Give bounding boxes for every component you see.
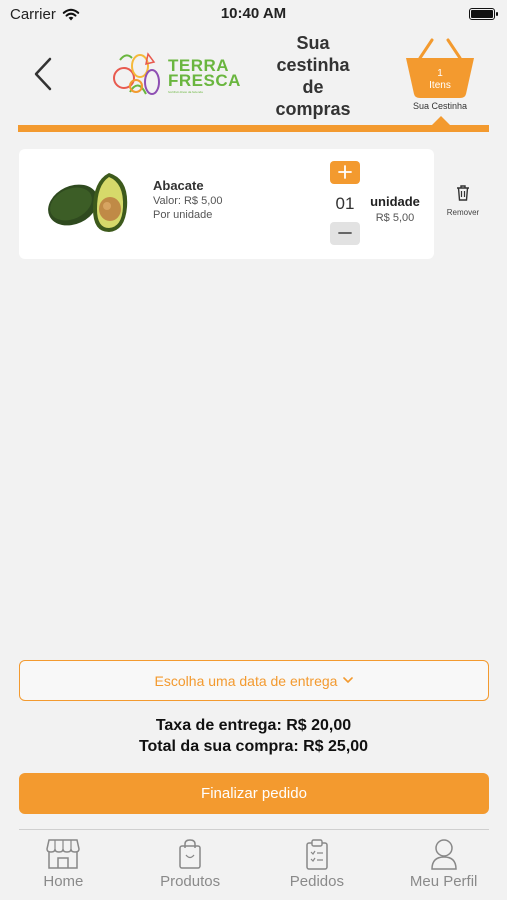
basket-button[interactable]: 1 Itens Sua Cestinha (402, 38, 478, 118)
increase-quantity-button[interactable] (330, 161, 360, 184)
minus-icon (338, 232, 352, 234)
tab-produtos[interactable]: Produtos (135, 836, 245, 900)
tab-pedidos[interactable]: Pedidos (262, 836, 372, 900)
trash-icon (457, 185, 469, 201)
chevron-down-icon (343, 677, 354, 684)
delivery-date-select[interactable]: Escolha uma data de entrega (19, 660, 489, 701)
remove-label: Remover (446, 208, 480, 217)
logo-tagline: hortifruti direto da fazenda (168, 90, 203, 94)
avocado-image (48, 173, 128, 232)
tab-home-label: Home (43, 873, 84, 890)
header-accent-bar (18, 125, 489, 132)
user-icon (430, 839, 457, 870)
remove-item-button[interactable]: Remover (439, 185, 487, 225)
tab-bar: Home Produtos Pedidos Meu Perfil (0, 836, 507, 900)
product-name: Abacate (153, 178, 204, 193)
terra-fresca-logo: TERRA FRESCA hortifruti direto da fazend… (110, 48, 240, 106)
item-unit-label: unidade (370, 194, 420, 209)
product-price: Valor: R$ 5,00 (153, 195, 223, 207)
tab-produtos-label: Produtos (160, 873, 221, 890)
basket-label: Sua Cestinha (412, 101, 468, 111)
tab-meu-perfil[interactable]: Meu Perfil (389, 836, 499, 900)
basket-count-number: 1 (437, 68, 443, 79)
shopping-bag-icon (179, 839, 201, 869)
item-subtotal: R$ 5,00 (375, 212, 415, 224)
status-time: 10:40 AM (220, 5, 287, 22)
header: TERRA FRESCA hortifruti direto da fazend… (0, 28, 507, 128)
order-total: Total da sua compra: R$ 25,00 (138, 738, 369, 755)
clipboard-icon (306, 839, 328, 870)
tab-home[interactable]: Home (8, 836, 118, 900)
product-unit-info: Por unidade (153, 209, 213, 221)
tab-pedidos-label: Pedidos (289, 873, 344, 890)
page-title: Sua cestinha de compras (275, 33, 351, 119)
basket-count: 1 Itens (402, 68, 478, 92)
logo-wordmark: TERRA FRESCA (168, 57, 241, 90)
vegetables-logo-icon (113, 52, 160, 95)
tab-meu-perfil-label: Meu Perfil (409, 873, 478, 890)
store-icon (46, 839, 81, 869)
plus-icon (338, 165, 352, 179)
decrease-quantity-button[interactable] (330, 222, 360, 245)
logo-line-2: FRESCA (168, 71, 241, 90)
cart-item-card: Abacate Valor: R$ 5,00 Por unidade 01 un… (19, 149, 434, 259)
delivery-fee: Taxa de entrega: R$ 20,00 (155, 717, 352, 734)
quantity-value: 01 (335, 194, 355, 213)
finalize-order-button[interactable]: Finalizar pedido (19, 773, 489, 814)
status-bar: Carrier 10:40 AM (0, 0, 507, 28)
battery-icon (469, 8, 498, 20)
delivery-date-placeholder: Escolha uma data de entrega (154, 672, 338, 689)
tab-bar-divider (19, 829, 489, 830)
basket-count-unit: Itens (429, 80, 451, 91)
chevron-left-icon (34, 57, 52, 91)
back-button[interactable] (26, 54, 60, 94)
finalize-order-label: Finalizar pedido (201, 785, 307, 802)
